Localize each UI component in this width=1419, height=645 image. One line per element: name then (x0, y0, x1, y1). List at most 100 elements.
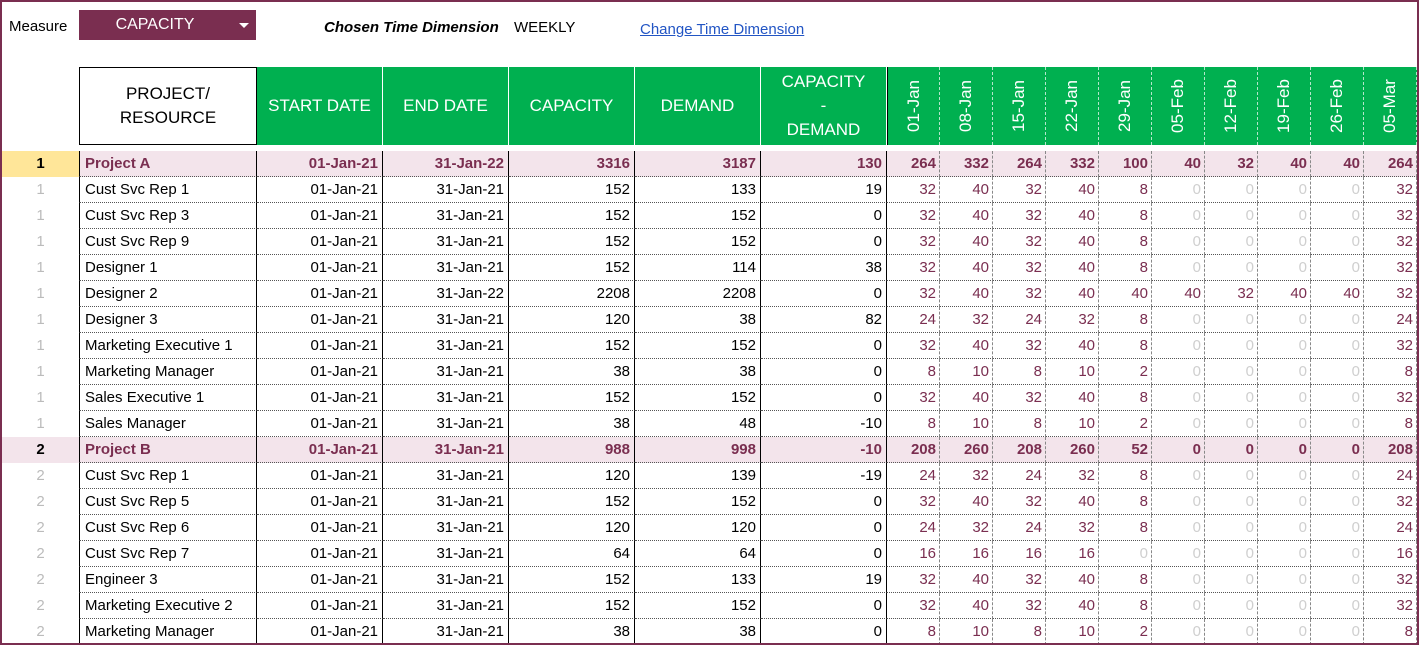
demand-cell[interactable]: 3187 (635, 151, 761, 177)
week-value-cell[interactable]: 0 (1258, 437, 1311, 463)
week-value-cell[interactable]: 0 (1258, 567, 1311, 593)
week-value-cell[interactable]: 32 (1364, 177, 1417, 203)
week-value-cell[interactable]: 16 (993, 541, 1046, 567)
week-value-cell[interactable]: 40 (1258, 151, 1311, 177)
week-value-cell[interactable]: 0 (1205, 177, 1258, 203)
row-index-cell[interactable]: 1 (2, 281, 79, 307)
week-value-cell[interactable]: 32 (1364, 203, 1417, 229)
row-index-cell[interactable]: 1 (2, 203, 79, 229)
week-value-cell[interactable]: 32 (1046, 307, 1099, 333)
week-value-cell[interactable]: 32 (1364, 333, 1417, 359)
demand-cell[interactable]: 152 (635, 489, 761, 515)
row-index-cell[interactable]: 2 (2, 593, 79, 619)
week-value-cell[interactable]: 40 (1046, 385, 1099, 411)
demand-cell[interactable]: 152 (635, 385, 761, 411)
week-value-cell[interactable]: 8 (993, 359, 1046, 385)
week-value-cell[interactable]: 0 (1205, 489, 1258, 515)
capacity-cell[interactable]: 38 (509, 359, 635, 385)
week-value-cell[interactable]: 32 (1364, 385, 1417, 411)
week-value-cell[interactable]: 32 (887, 385, 940, 411)
week-value-cell[interactable]: 0 (1205, 255, 1258, 281)
row-index-cell[interactable]: 2 (2, 515, 79, 541)
week-value-cell[interactable]: 24 (887, 463, 940, 489)
week-value-cell[interactable]: 0 (1258, 619, 1311, 643)
start-date-cell[interactable]: 01-Jan-21 (257, 359, 383, 385)
week-value-cell[interactable]: 32 (1364, 567, 1417, 593)
week-value-cell[interactable]: 8 (1099, 515, 1152, 541)
capacity-demand-cell[interactable]: 82 (761, 307, 887, 333)
demand-cell[interactable]: 998 (635, 437, 761, 463)
week-value-cell[interactable]: 0 (1258, 359, 1311, 385)
week-value-cell[interactable]: 0 (1152, 567, 1205, 593)
week-value-cell[interactable]: 40 (940, 567, 993, 593)
capacity-demand-cell[interactable]: 130 (761, 151, 887, 177)
capacity-cell[interactable]: 152 (509, 333, 635, 359)
start-date-cell[interactable]: 01-Jan-21 (257, 567, 383, 593)
demand-cell[interactable]: 114 (635, 255, 761, 281)
week-value-cell[interactable]: 24 (993, 463, 1046, 489)
week-value-cell[interactable]: 0 (1152, 437, 1205, 463)
week-value-cell[interactable]: 0 (1311, 541, 1364, 567)
capacity-demand-cell[interactable]: 0 (761, 489, 887, 515)
week-value-cell[interactable]: 0 (1311, 567, 1364, 593)
week-value-cell[interactable]: 8 (993, 619, 1046, 643)
end-date-cell[interactable]: 31-Jan-22 (383, 151, 509, 177)
week-value-cell[interactable]: 0 (1205, 333, 1258, 359)
capacity-demand-cell[interactable]: 19 (761, 177, 887, 203)
week-value-cell[interactable]: 10 (940, 411, 993, 437)
start-date-cell[interactable]: 01-Jan-21 (257, 437, 383, 463)
week-value-cell[interactable]: 0 (1311, 307, 1364, 333)
capacity-demand-cell[interactable]: 38 (761, 255, 887, 281)
week-value-cell[interactable]: 0 (1152, 593, 1205, 619)
week-value-cell[interactable]: 0 (1258, 255, 1311, 281)
row-index-cell[interactable]: 1 (2, 151, 79, 177)
capacity-demand-cell[interactable]: -10 (761, 437, 887, 463)
week-value-cell[interactable]: 0 (1152, 203, 1205, 229)
week-value-cell[interactable]: 32 (1364, 229, 1417, 255)
week-value-cell[interactable]: 24 (1364, 307, 1417, 333)
week-value-cell[interactable]: 8 (1099, 385, 1152, 411)
week-value-cell[interactable]: 10 (1046, 359, 1099, 385)
end-date-cell[interactable]: 31-Jan-21 (383, 593, 509, 619)
week-value-cell[interactable]: 40 (940, 255, 993, 281)
week-value-cell[interactable]: 32 (993, 567, 1046, 593)
name-cell[interactable]: Marketing Executive 1 (79, 333, 257, 359)
week-value-cell[interactable]: 100 (1099, 151, 1152, 177)
week-value-cell[interactable]: 8 (1099, 593, 1152, 619)
row-index-cell[interactable]: 1 (2, 385, 79, 411)
demand-cell[interactable]: 133 (635, 567, 761, 593)
demand-cell[interactable]: 152 (635, 203, 761, 229)
capacity-cell[interactable]: 2208 (509, 281, 635, 307)
week-value-cell[interactable]: 0 (1205, 411, 1258, 437)
name-cell[interactable]: Cust Svc Rep 3 (79, 203, 257, 229)
week-value-cell[interactable]: 0 (1258, 489, 1311, 515)
start-date-cell[interactable]: 01-Jan-21 (257, 203, 383, 229)
week-value-cell[interactable]: 208 (887, 437, 940, 463)
week-value-cell[interactable]: 32 (887, 567, 940, 593)
week-value-cell[interactable]: 8 (1364, 619, 1417, 643)
week-value-cell[interactable]: 0 (1311, 411, 1364, 437)
end-date-cell[interactable]: 31-Jan-21 (383, 437, 509, 463)
week-value-cell[interactable]: 32 (1205, 151, 1258, 177)
week-value-cell[interactable]: 32 (993, 281, 1046, 307)
name-cell[interactable]: Cust Svc Rep 5 (79, 489, 257, 515)
week-value-cell[interactable]: 208 (993, 437, 1046, 463)
capacity-cell[interactable]: 3316 (509, 151, 635, 177)
week-value-cell[interactable]: 0 (1152, 307, 1205, 333)
week-value-cell[interactable]: 32 (887, 255, 940, 281)
measure-dropdown[interactable]: CAPACITY (79, 10, 256, 40)
end-date-cell[interactable]: 31-Jan-21 (383, 567, 509, 593)
week-value-cell[interactable]: 0 (1205, 541, 1258, 567)
week-value-cell[interactable]: 40 (940, 203, 993, 229)
demand-cell[interactable]: 64 (635, 541, 761, 567)
week-value-cell[interactable]: 332 (940, 151, 993, 177)
start-date-cell[interactable]: 01-Jan-21 (257, 281, 383, 307)
week-value-cell[interactable]: 0 (1205, 463, 1258, 489)
week-value-cell[interactable]: 0 (1311, 255, 1364, 281)
start-date-cell[interactable]: 01-Jan-21 (257, 151, 383, 177)
week-value-cell[interactable]: 40 (1046, 255, 1099, 281)
end-date-cell[interactable]: 31-Jan-21 (383, 229, 509, 255)
name-cell[interactable]: Cust Svc Rep 9 (79, 229, 257, 255)
name-cell[interactable]: Marketing Manager (79, 619, 257, 643)
week-value-cell[interactable]: 32 (993, 229, 1046, 255)
